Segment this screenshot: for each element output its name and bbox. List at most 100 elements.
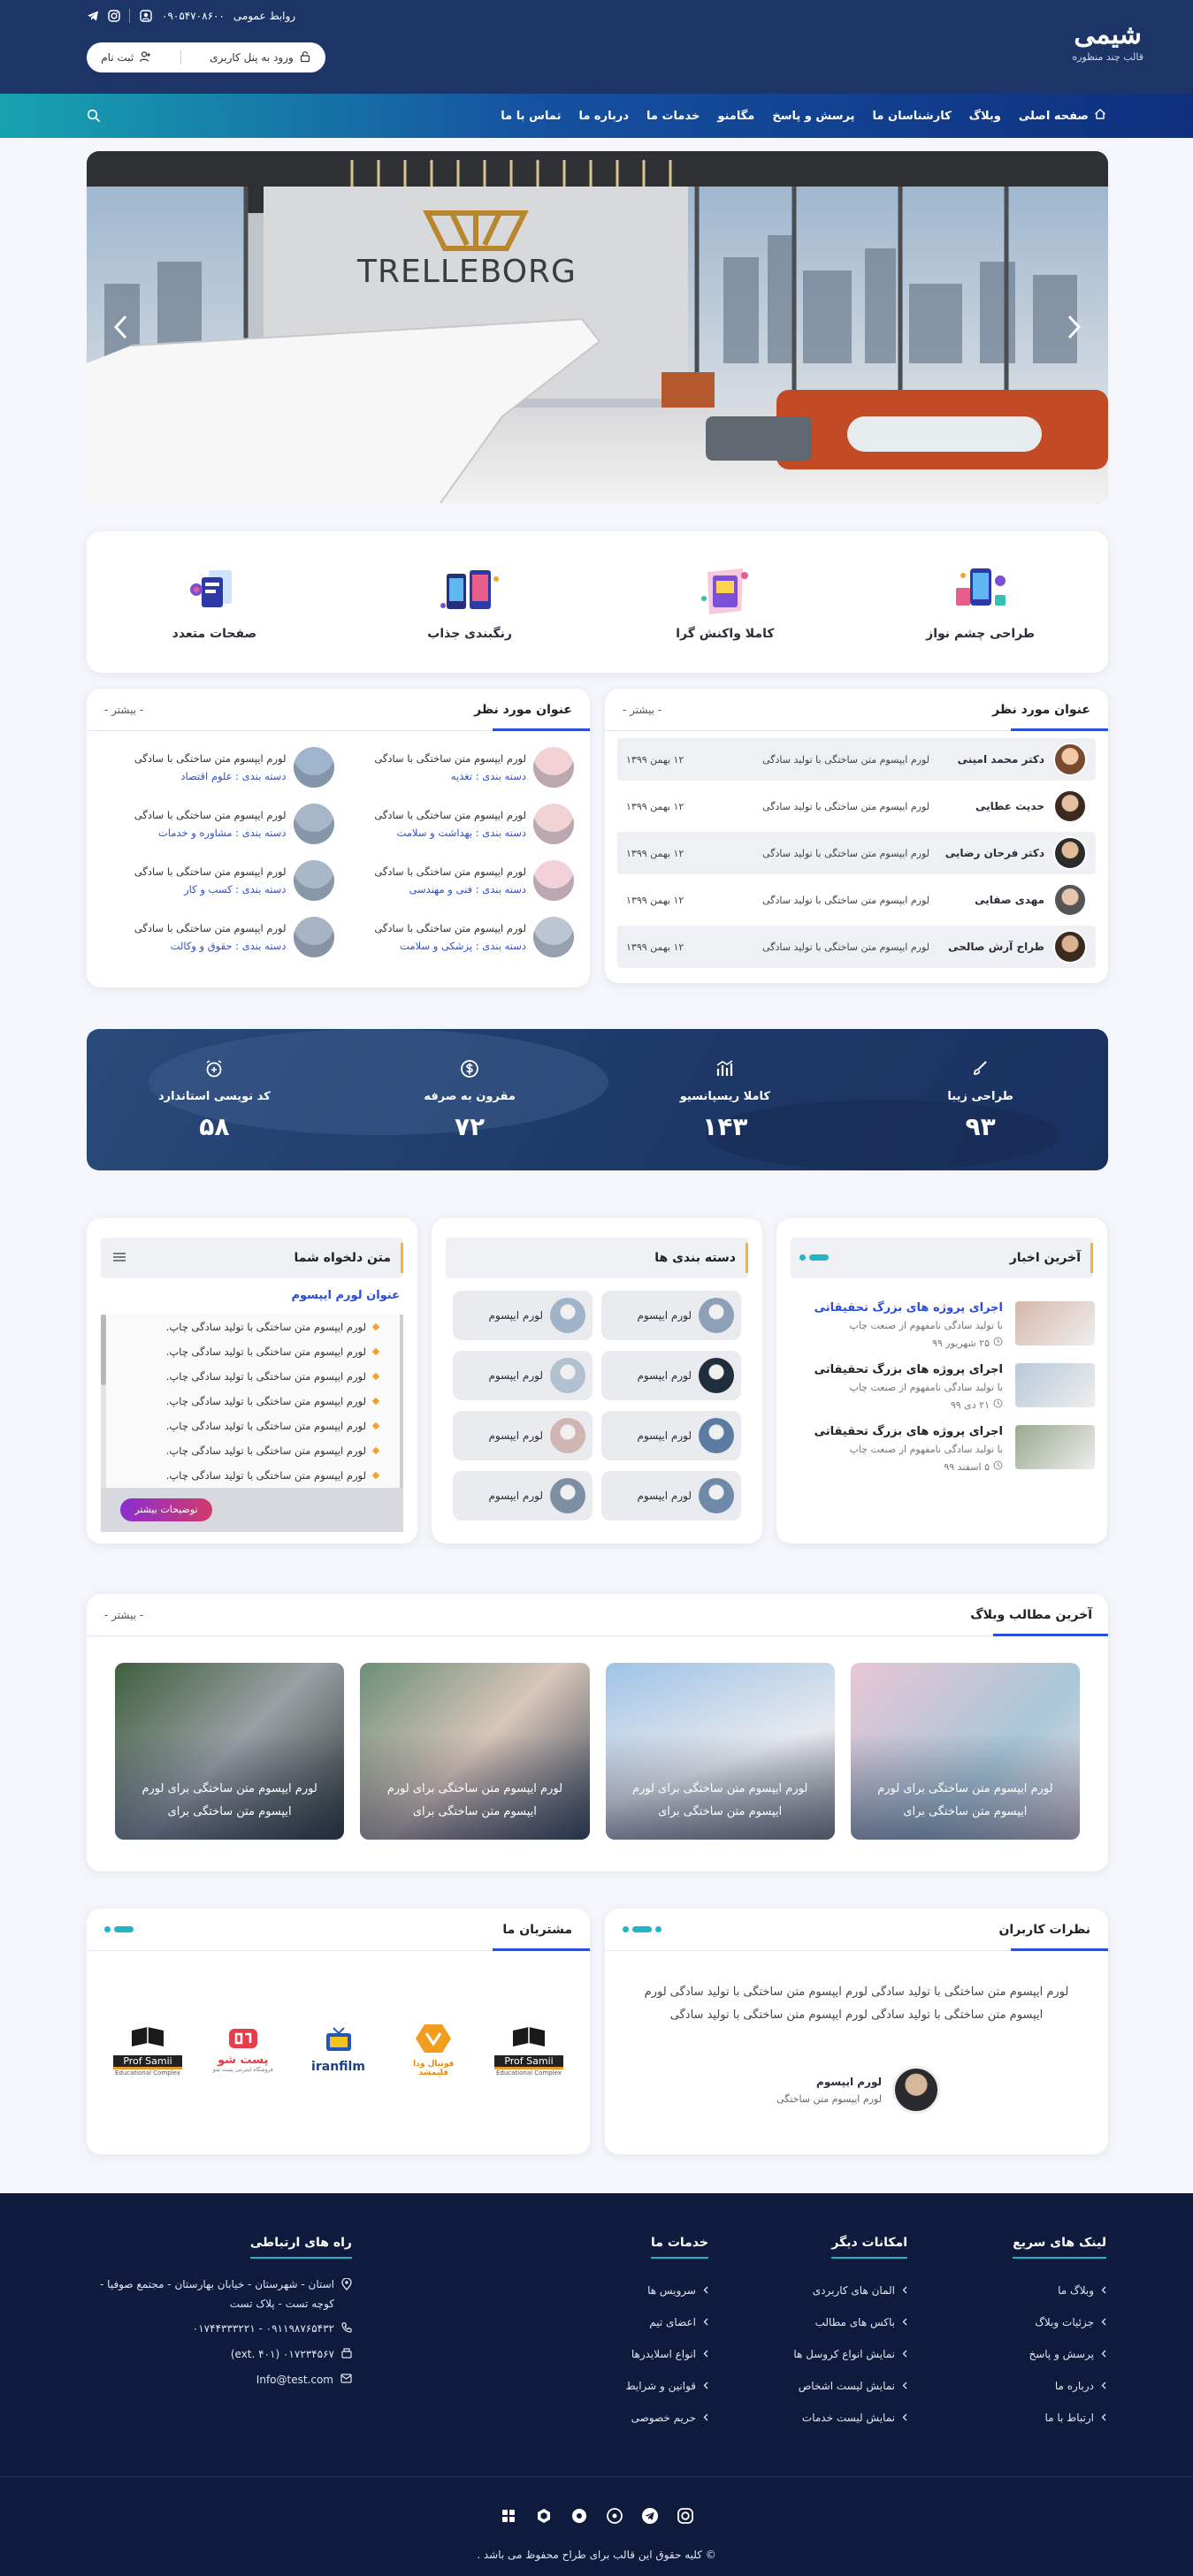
brand-logo[interactable]: شیمی قالب چند منظوره bbox=[1072, 19, 1143, 63]
category-chip[interactable]: لورم ایپسوم bbox=[601, 1351, 741, 1400]
search-icon[interactable] bbox=[87, 109, 101, 126]
post-category[interactable]: دسته بندی : تغذیه bbox=[374, 767, 526, 785]
footer-link[interactable]: درباره ما bbox=[938, 2370, 1106, 2402]
instagram-icon[interactable] bbox=[108, 10, 120, 22]
post-category[interactable]: دسته بندی : مشاوره و خدمات bbox=[134, 824, 287, 842]
customer-logo-football[interactable]: فوتبال ودا فلیمشد bbox=[399, 2023, 468, 2077]
post-category[interactable]: دسته بندی : پزشکی و سلامت bbox=[374, 937, 526, 955]
category-post-item[interactable]: لورم ایپسوم متن ساختگی با سادگی دسته بندی… bbox=[343, 858, 574, 903]
carousel-dots[interactable] bbox=[799, 1254, 829, 1261]
post-category[interactable]: دسته بندی : بهداشت و سلامت bbox=[374, 824, 526, 842]
category-post-item[interactable]: لورم ایپسوم متن ساختگی با سادگی دسته بندی… bbox=[343, 802, 574, 846]
footer-link[interactable]: نمایش لیست اشخاص bbox=[739, 2370, 907, 2402]
blog-post-card[interactable]: لورم ایپسوم متن ساختگی برای لورم ایپسوم … bbox=[605, 1663, 835, 1840]
aparat-icon[interactable] bbox=[606, 2507, 623, 2528]
nav-item-contact[interactable]: تماس با ما bbox=[501, 110, 561, 123]
blog-post-card[interactable]: لورم ایپسوم متن ساختگی برای لورم ایپسوم … bbox=[850, 1663, 1080, 1840]
blog-post-card[interactable]: لورم ایپسوم متن ساختگی برای لورم ایپسوم … bbox=[115, 1663, 345, 1840]
slider-next-arrow-icon[interactable] bbox=[113, 314, 129, 344]
dollar-icon bbox=[458, 1058, 481, 1083]
login-button[interactable]: ورود به پنل کاربری bbox=[210, 50, 311, 65]
category-chip[interactable]: لورم ایپسوم bbox=[601, 1471, 741, 1520]
news-item[interactable]: اجرای پروژه های بزرگ تحقیقاتی با تولید سا… bbox=[789, 1301, 1095, 1349]
footer-link[interactable]: ارتباط با ما bbox=[938, 2402, 1106, 2434]
feature-item[interactable]: کاملا واکنش گرا bbox=[637, 563, 814, 641]
footer-phones[interactable]: ۰۹۱۱۹۸۷۶۵۴۳۲ - ۰۱۷۴۴۳۳۳۲۲۱ bbox=[193, 2322, 334, 2336]
footer-link[interactable]: حریم خصوصی bbox=[540, 2402, 708, 2434]
footer-link[interactable]: قوانین و شرایط bbox=[540, 2370, 708, 2402]
footer-link[interactable]: المان های کاربردی bbox=[739, 2275, 907, 2306]
footer-link[interactable]: انواع اسلایدرها bbox=[540, 2338, 708, 2370]
category-chip[interactable]: لورم ایپسوم bbox=[453, 1351, 593, 1400]
news-title[interactable]: اجرای پروژه های بزرگ تحقیقاتی bbox=[789, 1363, 1003, 1376]
more-details-button[interactable]: توضیحات بیشتر bbox=[120, 1498, 212, 1521]
person-row[interactable]: دکتر فرحان رضایی لورم ایپسوم متن ساختگی ب… bbox=[617, 832, 1096, 874]
footer-link[interactable]: جزئیات وبلاگ bbox=[938, 2306, 1106, 2338]
category-chip[interactable]: لورم ایپسوم bbox=[601, 1411, 741, 1460]
soroush-icon[interactable] bbox=[500, 2507, 517, 2528]
telegram-icon[interactable] bbox=[87, 10, 99, 22]
scrollbar-track[interactable] bbox=[101, 1315, 106, 1488]
nav-item-about[interactable]: درباره ما bbox=[578, 110, 629, 123]
nav-item-megamenu[interactable]: مگامنو bbox=[717, 110, 754, 123]
category-chip[interactable]: لورم ایپسوم bbox=[453, 1291, 593, 1340]
footer-link[interactable]: نمایش لیست خدمات bbox=[739, 2402, 907, 2434]
post-category[interactable]: دسته بندی : حقوق و وکالت bbox=[134, 937, 287, 955]
footer-email[interactable]: Info@test.com bbox=[256, 2374, 333, 2386]
category-chip[interactable]: لورم ایپسوم bbox=[453, 1411, 593, 1460]
telegram-icon[interactable] bbox=[641, 2507, 659, 2528]
person-row[interactable]: طراح آرش صالحی لورم ایپسوم متن ساختگی با … bbox=[617, 926, 1096, 968]
nav-item-experts[interactable]: کارشناسان ما bbox=[873, 110, 952, 123]
list-icon[interactable] bbox=[113, 1252, 126, 1266]
category-post-item[interactable]: لورم ایپسوم متن ساختگی با سادگی دسته بندی… bbox=[103, 858, 334, 903]
category-post-item[interactable]: لورم ایپسوم متن ساختگی با سادگی دسته بندی… bbox=[103, 915, 334, 959]
customer-logo-iranfilm[interactable]: iranfilm bbox=[304, 2026, 373, 2074]
blog-post-card[interactable]: لورم ایپسوم متن ساختگی برای لورم ایپسوم … bbox=[360, 1663, 590, 1840]
footer-link[interactable]: وبلاگ ما bbox=[938, 2275, 1106, 2306]
bale-icon[interactable] bbox=[570, 2507, 588, 2528]
more-link[interactable]: - بیشتر - bbox=[104, 1609, 143, 1621]
nav-item-blog[interactable]: وبلاگ bbox=[969, 110, 1001, 123]
feature-item[interactable]: رنگبندی جذاب bbox=[381, 563, 558, 641]
register-button[interactable]: ثبت نام bbox=[101, 50, 151, 65]
customer-logo-postshow[interactable]: پست شو فروشگاه اینترنتی پست شو bbox=[209, 2027, 278, 2073]
customer-logo-prof-samii[interactable]: Prof Samii Educational Complex bbox=[494, 2023, 563, 2077]
list-item-text: لورم ایپسوم متن ساختگی با تولید سادگی چا… bbox=[165, 1469, 366, 1482]
instagram-icon[interactable] bbox=[677, 2507, 694, 2528]
customer-logo-prof-samii[interactable]: Prof Samii Educational Complex bbox=[113, 2023, 182, 2077]
footer-link[interactable]: اعضای تیم bbox=[540, 2306, 708, 2338]
feature-item[interactable]: صفحات متعدد bbox=[126, 563, 302, 641]
category-post-item[interactable]: لورم ایپسوم متن ساختگی با سادگی دسته بندی… bbox=[103, 745, 334, 789]
post-category[interactable]: دسته بندی : علوم اقتصاد bbox=[134, 767, 286, 785]
nav-item-services[interactable]: خدمات ما bbox=[646, 110, 700, 123]
more-link[interactable]: - بیشتر - bbox=[623, 704, 662, 716]
feature-item[interactable]: طراحی چشم نواز bbox=[892, 563, 1069, 641]
news-item[interactable]: اجرای پروژه های بزرگ تحقیقاتی با تولید سا… bbox=[789, 1425, 1095, 1473]
footer-link[interactable]: باکس های مطالب bbox=[739, 2306, 907, 2338]
post-category[interactable]: دسته بندی : کسب و کار bbox=[134, 880, 286, 898]
post-category[interactable]: دسته بندی : فنی و مهندسی bbox=[374, 880, 526, 898]
slider-prev-arrow-icon[interactable] bbox=[1066, 314, 1082, 344]
nav-item-home[interactable]: صفحه اصلی bbox=[1019, 108, 1106, 124]
news-item[interactable]: اجرای پروژه های بزرگ تحقیقاتی با تولید سا… bbox=[789, 1363, 1095, 1411]
carousel-dots[interactable] bbox=[104, 1926, 134, 1932]
person-row[interactable]: حدیث عطایی لورم ایپسوم متن ساختگی با تولی… bbox=[617, 785, 1096, 827]
news-title[interactable]: اجرای پروژه های بزرگ تحقیقاتی bbox=[789, 1425, 1003, 1438]
nav-item-faq[interactable]: پرسش و پاسخ bbox=[772, 110, 854, 123]
phone-number[interactable]: ۰۹۰۵۴۷۰۸۶۰۰ bbox=[162, 10, 225, 22]
person-row[interactable]: دکتر محمد امینی لورم ایپسوم متن ساختگی با… bbox=[617, 738, 1096, 781]
more-link[interactable]: - بیشتر - bbox=[104, 704, 143, 716]
list-item: لورم ایپسوم متن ساختگی با تولید سادگی چا… bbox=[101, 1389, 380, 1414]
person-row[interactable]: مهدی صفایی لورم ایپسوم متن ساختگی با تولی… bbox=[617, 879, 1096, 921]
category-post-item[interactable]: لورم ایپسوم متن ساختگی با سادگی دسته بندی… bbox=[343, 745, 574, 789]
category-post-item[interactable]: لورم ایپسوم متن ساختگی با سادگی دسته بندی… bbox=[343, 915, 574, 959]
footer-link[interactable]: نمایش انواع کروسل ها bbox=[739, 2338, 907, 2370]
category-chip[interactable]: لورم ایپسوم bbox=[453, 1471, 593, 1520]
news-title[interactable]: اجرای پروژه های بزرگ تحقیقاتی bbox=[789, 1301, 1003, 1315]
carousel-dots[interactable] bbox=[623, 1926, 662, 1932]
footer-link[interactable]: سرویس ها bbox=[540, 2275, 708, 2306]
rubika-icon[interactable] bbox=[535, 2507, 553, 2528]
category-post-item[interactable]: لورم ایپسوم متن ساختگی با سادگی دسته بندی… bbox=[103, 802, 334, 846]
category-chip[interactable]: لورم ایپسوم bbox=[601, 1291, 741, 1340]
footer-link[interactable]: پرسش و پاسخ bbox=[938, 2338, 1106, 2370]
